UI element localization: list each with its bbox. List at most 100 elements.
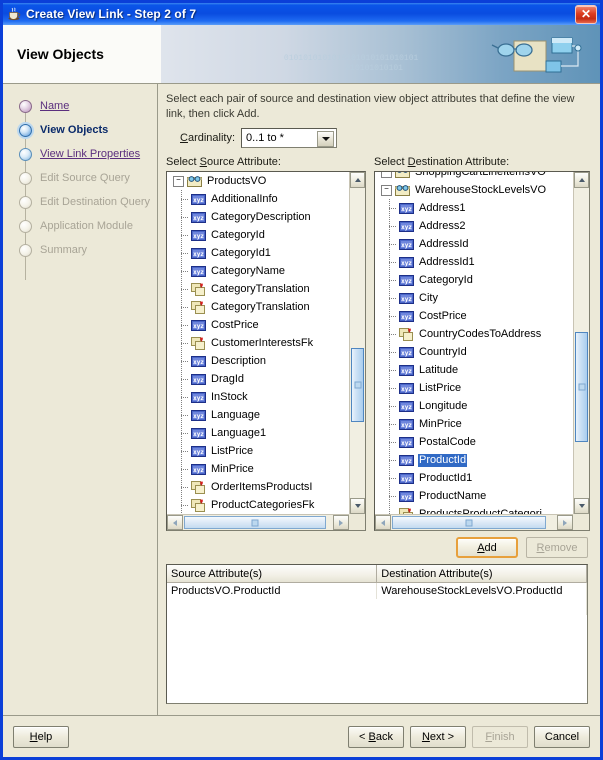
attribute-icon: xyz xyxy=(191,391,206,404)
back-button[interactable]: < Back xyxy=(348,725,404,748)
tree-node-label: CategoryId xyxy=(211,228,265,241)
tree-node-item[interactable]: ProductsProductCategori xyxy=(375,505,573,514)
tree-node-item[interactable]: xyz AdditionalInfo xyxy=(167,190,349,208)
tree-node-label: Longitude xyxy=(419,399,468,412)
tree-node-item[interactable]: xyz CostPrice xyxy=(167,316,349,334)
main-panel: Select each pair of source and destinati… xyxy=(158,84,600,715)
sidebar-item-name[interactable]: Name xyxy=(19,94,157,118)
association-icon xyxy=(191,300,206,314)
tree-node-item[interactable]: xyz ProductName xyxy=(375,487,573,505)
scroll-left-icon[interactable] xyxy=(375,515,391,530)
tree-node-item[interactable]: xyz Language1 xyxy=(167,424,349,442)
tree-node-item[interactable]: xyz ListPrice xyxy=(375,379,573,397)
tree-node-item[interactable]: xyz AddressId xyxy=(375,235,573,253)
cardinality-select[interactable]: 0..1 to * xyxy=(241,128,338,148)
tree-node-partial[interactable]: – ShoppingCartLineItemsVO xyxy=(375,172,573,181)
attribute-pairs-table[interactable]: Source Attribute(s) Destination Attribut… xyxy=(166,564,588,704)
tree-node-item[interactable]: xyz CategoryId1 xyxy=(167,244,349,262)
scroll-right-icon[interactable] xyxy=(557,515,573,530)
sidebar-item-view-objects[interactable]: View Objects xyxy=(19,118,157,142)
tree-node-item[interactable]: xyz CategoryDescription xyxy=(167,208,349,226)
tree-node-item[interactable]: ProductCategoriesFk xyxy=(167,496,349,514)
chevron-down-icon[interactable] xyxy=(317,131,335,147)
tree-node-item[interactable]: xyz CountryId xyxy=(375,343,573,361)
tree-node-item[interactable]: CategoryTranslation xyxy=(167,280,349,298)
scroll-left-icon[interactable] xyxy=(167,515,183,530)
cell-destination-attribute: WarehouseStockLevelsVO.ProductId xyxy=(376,582,587,599)
tree-node-item[interactable]: xyz CostPrice xyxy=(375,307,573,325)
column-header-destination[interactable]: Destination Attribute(s) xyxy=(376,565,587,583)
add-button[interactable]: Add xyxy=(456,537,518,558)
tree-node-item[interactable]: xyz City xyxy=(375,289,573,307)
scroll-right-icon[interactable] xyxy=(333,515,349,530)
tree-node-item[interactable]: xyz Description xyxy=(167,352,349,370)
tree-node-item[interactable]: xyz Latitude xyxy=(375,361,573,379)
tree-node-item[interactable]: xyz Language xyxy=(167,406,349,424)
attribute-icon: xyz xyxy=(191,265,206,278)
cancel-button[interactable]: Cancel xyxy=(534,725,590,748)
tree-node-item[interactable]: OrderItemsProductsI xyxy=(167,478,349,496)
tree-node-item[interactable]: CustomerInterestsFk xyxy=(167,334,349,352)
tree-node-item[interactable]: xyz DragId xyxy=(167,370,349,388)
scrollbar-thumb[interactable] xyxy=(184,516,326,529)
scrollbar-thumb[interactable] xyxy=(575,332,588,442)
svg-text:xyz: xyz xyxy=(193,251,204,258)
tree-node-item[interactable]: xyz ProductId xyxy=(375,451,573,469)
svg-text:xyz: xyz xyxy=(401,242,412,249)
tree-node-item[interactable]: CountryCodesToAddress xyxy=(375,325,573,343)
tree-node-item[interactable]: xyz InStock xyxy=(167,388,349,406)
attribute-icon: xyz xyxy=(399,364,414,377)
tree-node-item[interactable]: xyz CategoryId xyxy=(375,271,573,289)
source-horizontal-scrollbar[interactable] xyxy=(167,514,349,530)
tree-node-item[interactable]: CategoryTranslation xyxy=(167,298,349,316)
scrollbar-thumb[interactable] xyxy=(392,516,546,529)
destination-tree[interactable]: – ShoppingCartLineItemsVO − WarehouseStockL… xyxy=(374,171,590,531)
help-button[interactable]: Help xyxy=(13,725,69,748)
sidebar-item-label: Edit Destination Query xyxy=(40,196,151,208)
tree-node-item[interactable]: xyz Address2 xyxy=(375,217,573,235)
tree-node-label: CategoryTranslation xyxy=(211,282,310,295)
scroll-down-icon[interactable] xyxy=(574,498,589,514)
tree-node-item[interactable]: xyz ProductId1 xyxy=(375,469,573,487)
tree-node-item[interactable]: xyz ListPrice xyxy=(167,442,349,460)
sidebar-item-view-link-properties[interactable]: View Link Properties xyxy=(19,142,157,166)
attribute-icon: xyz xyxy=(191,427,206,440)
column-header-source[interactable]: Source Attribute(s) xyxy=(167,565,378,583)
tree-node-root[interactable]: − ProductsVO xyxy=(167,172,349,190)
step-bullet-icon xyxy=(19,219,32,233)
next-button[interactable]: Next > xyxy=(410,725,466,748)
step-bullet-icon xyxy=(19,99,32,113)
attribute-icon: xyz xyxy=(399,202,414,215)
scrollbar-thumb[interactable] xyxy=(351,348,364,422)
tree-node-item[interactable]: xyz Address1 xyxy=(375,199,573,217)
tree-node-label: Latitude xyxy=(419,363,459,376)
scrollbar-corner xyxy=(349,514,365,530)
destination-vertical-scrollbar[interactable] xyxy=(573,172,589,514)
destination-horizontal-scrollbar[interactable] xyxy=(375,514,573,530)
tree-node-item[interactable]: xyz CategoryId xyxy=(167,226,349,244)
tree-node-item[interactable]: xyz AddressId1 xyxy=(375,253,573,271)
attribute-icon: xyz xyxy=(399,400,414,413)
table-row[interactable]: ProductsVO.ProductId WarehouseStockLevel… xyxy=(167,582,587,599)
destination-column: Select Destination Attribute: – ShoppingC… xyxy=(374,156,590,531)
expander-icon[interactable]: − xyxy=(381,184,392,196)
tree-node-item[interactable]: xyz MinPrice xyxy=(167,460,349,478)
scroll-up-icon[interactable] xyxy=(574,172,589,188)
tree-node-item[interactable]: xyz CategoryName xyxy=(167,262,349,280)
svg-text:xyz: xyz xyxy=(193,197,204,204)
binary-text-2: 010101010101 xyxy=(345,64,403,74)
source-tree[interactable]: − ProductsVO xyz AdditionalInfo xyz CategoryD… xyxy=(166,171,366,531)
tree-node-item[interactable]: xyz MinPrice xyxy=(375,415,573,433)
source-tree-items: − ProductsVO xyz AdditionalInfo xyz CategoryD… xyxy=(167,172,349,514)
source-vertical-scrollbar[interactable] xyxy=(349,172,365,514)
attribute-icon: xyz xyxy=(191,319,206,332)
scroll-down-icon[interactable] xyxy=(350,498,365,514)
tree-node-item[interactable]: xyz PostalCode xyxy=(375,433,573,451)
close-icon[interactable]: ✕ xyxy=(575,4,597,24)
tree-node-item[interactable]: xyz Longitude xyxy=(375,397,573,415)
scroll-up-icon[interactable] xyxy=(350,172,365,188)
expander-icon[interactable]: − xyxy=(173,175,184,187)
expander-icon[interactable]: – xyxy=(381,172,392,178)
tree-node-label: CategoryName xyxy=(211,264,285,277)
tree-node-root[interactable]: − WarehouseStockLevelsVO xyxy=(375,181,573,199)
